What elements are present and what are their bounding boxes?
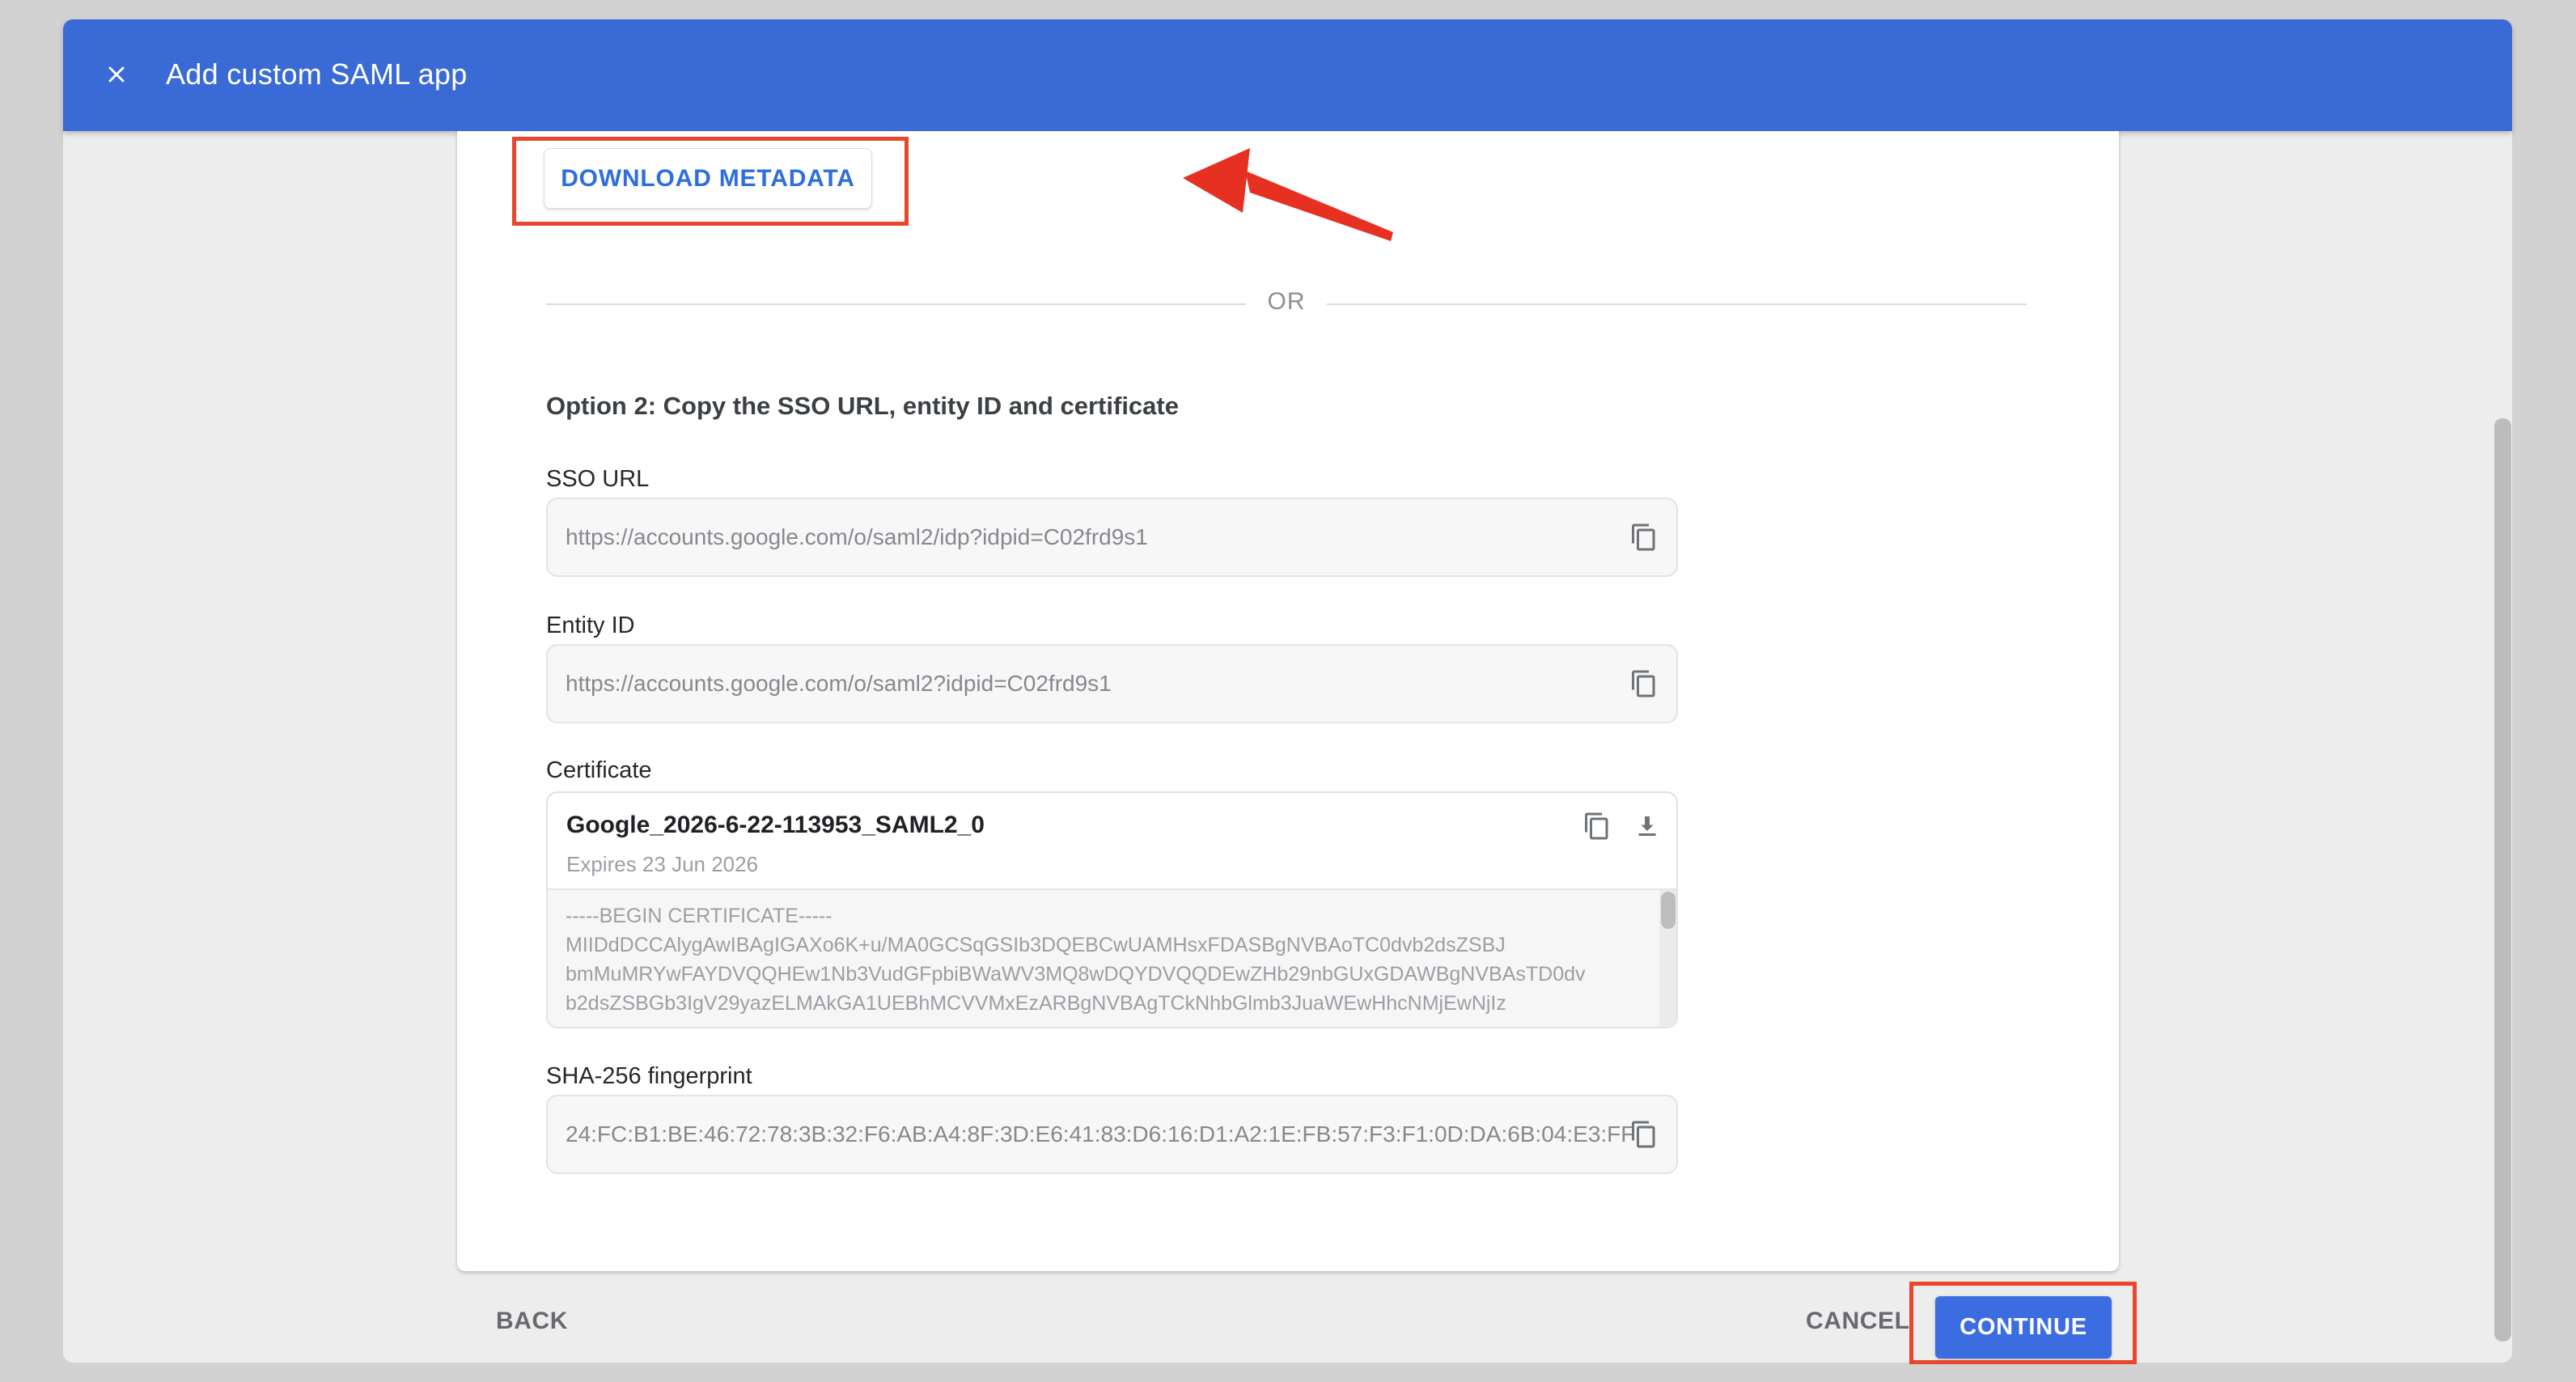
fingerprint-label: SHA-256 fingerprint (546, 1063, 752, 1090)
fingerprint-value: 24:FC:B1:BE:46:72:78:3B:32:F6:AB:A4:8F:3… (566, 1121, 1634, 1147)
certificate-text-line: MIIDdDCCAlygAwIBAgIGAXo6K+u/MA0GCSqGSIb3… (566, 931, 1642, 960)
dialog-title: Add custom SAML app (166, 57, 468, 91)
divider-line-right (1327, 303, 2027, 305)
sso-url-label: SSO URL (546, 466, 649, 493)
divider-or-label: OR (1256, 288, 1317, 316)
certificate-scrollbar-thumb[interactable] (1661, 892, 1676, 929)
annotation-arrow (1169, 142, 1404, 251)
back-button[interactable]: BACK (496, 1308, 568, 1335)
cancel-button[interactable]: CANCEL (1806, 1308, 1910, 1335)
certificate-text: -----BEGIN CERTIFICATE----- MIIDdDCCAlyg… (566, 901, 1642, 1018)
dialog-scrollbar-thumb[interactable] (2494, 418, 2511, 1342)
copy-icon (1629, 1120, 1659, 1149)
certificate-copy-button[interactable] (1579, 808, 1615, 844)
annotation-box-download-metadata (512, 137, 909, 226)
copy-icon (1629, 669, 1659, 698)
entity-id-label: Entity ID (546, 613, 635, 639)
fingerprint-copy-button[interactable] (1626, 1117, 1662, 1152)
certificate-text-line: -----BEGIN CERTIFICATE----- (566, 901, 1642, 931)
divider-line-left (546, 303, 1246, 305)
annotation-box-continue (1909, 1282, 2137, 1364)
close-button[interactable] (94, 52, 139, 97)
certificate-name: Google_2026-6-22-113953_SAML2_0 (566, 812, 985, 839)
certificate-expiry: Expires 23 Jun 2026 (566, 852, 758, 877)
option2-heading: Option 2: Copy the SSO URL, entity ID an… (546, 392, 1179, 421)
download-icon (1633, 812, 1662, 841)
entity-id-copy-button[interactable] (1626, 666, 1662, 702)
copy-icon (1582, 812, 1612, 841)
certificate-text-line: bmMuMRYwFAYDVQQHEw1Nb3VudGFpbiBWaWV3MQ8w… (566, 960, 1642, 989)
copy-icon (1629, 523, 1659, 552)
sso-url-value: https://accounts.google.com/o/saml2/idp?… (566, 524, 1148, 550)
certificate-label: Certificate (546, 757, 652, 784)
close-icon (103, 61, 130, 88)
entity-id-value: https://accounts.google.com/o/saml2?idpi… (566, 671, 1112, 697)
certificate-download-button[interactable] (1629, 808, 1665, 844)
certificate-text-line: b2dsZSBGb3IgV29yazELMAkGA1UEBhMCVVMxEzAR… (566, 989, 1642, 1018)
sso-url-copy-button[interactable] (1626, 519, 1662, 555)
page-background: Add custom SAML app DOWNLOAD METADATA OR… (0, 0, 2576, 1382)
